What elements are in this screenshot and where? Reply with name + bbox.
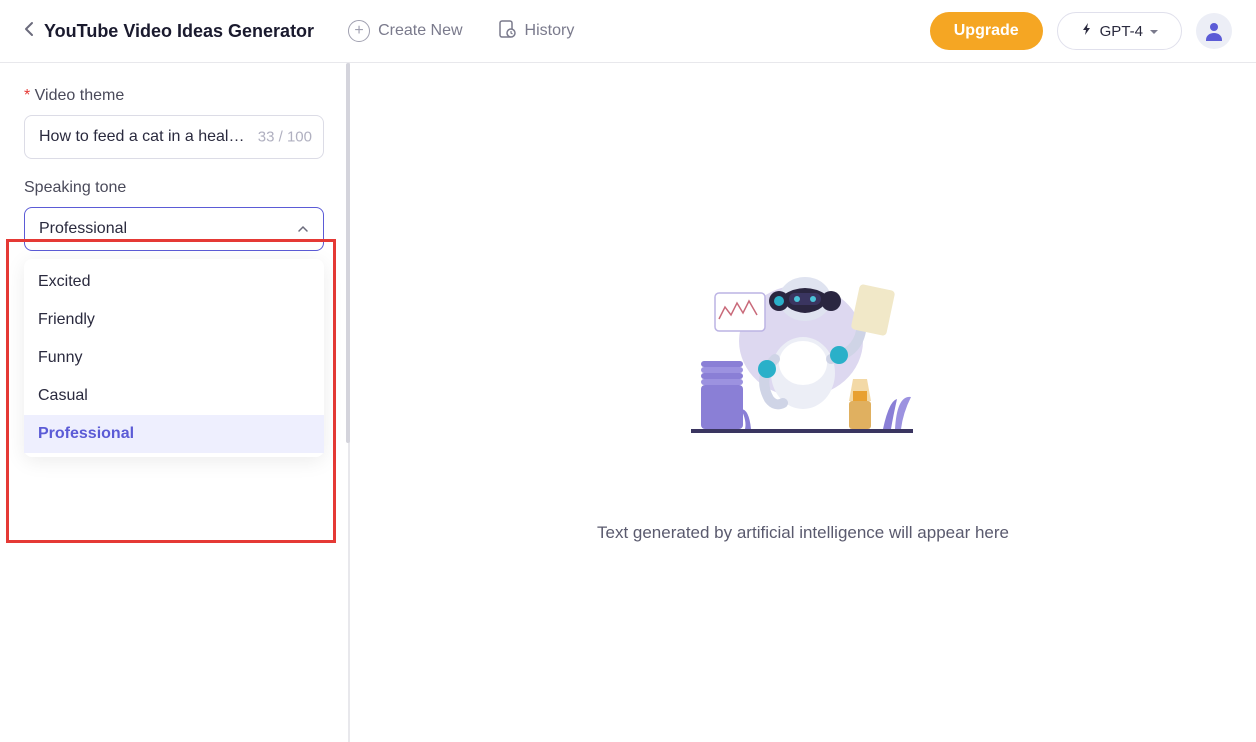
back-group: YouTube Video Ideas Generator xyxy=(24,21,314,42)
video-theme-label: Video theme xyxy=(24,87,324,105)
video-theme-input-wrap: 33 / 100 xyxy=(24,115,324,159)
create-new-label: Create New xyxy=(378,22,462,40)
model-select-button[interactable]: GPT-4 xyxy=(1057,12,1182,50)
dropdown-option-professional[interactable]: Professional xyxy=(24,415,324,453)
history-label: History xyxy=(525,22,575,40)
speaking-tone-value: Professional xyxy=(39,220,127,238)
body: Video theme 33 / 100 Speaking tone Profe… xyxy=(0,63,1256,742)
bolt-icon xyxy=(1080,22,1094,40)
video-theme-field: Video theme 33 / 100 xyxy=(24,87,324,159)
create-new-button[interactable]: + Create New xyxy=(348,20,462,42)
plus-icon: + xyxy=(348,20,370,42)
chevron-up-icon xyxy=(297,220,309,238)
history-button[interactable]: History xyxy=(497,19,575,44)
video-theme-counter: 33 / 100 xyxy=(252,129,312,146)
dropdown-option-excited[interactable]: Excited xyxy=(24,263,324,301)
robot-illustration xyxy=(683,263,923,443)
speaking-tone-dropdown: Excited Friendly Funny Casual Profession… xyxy=(24,259,324,457)
speaking-tone-label: Speaking tone xyxy=(24,179,324,197)
speaking-tone-field: Speaking tone Professional Excited Frien… xyxy=(24,179,324,251)
back-icon[interactable] xyxy=(24,21,34,42)
header-right: Upgrade GPT-4 xyxy=(930,12,1232,50)
sidebar: Video theme 33 / 100 Speaking tone Profe… xyxy=(0,63,350,742)
speaking-tone-select[interactable]: Professional xyxy=(24,207,324,251)
dropdown-option-friendly[interactable]: Friendly xyxy=(24,301,324,339)
model-label: GPT-4 xyxy=(1100,23,1143,40)
main-content: Text generated by artificial intelligenc… xyxy=(350,63,1256,742)
dropdown-option-casual[interactable]: Casual xyxy=(24,377,324,415)
speaking-tone-select-wrap: Professional Excited Friendly Funny Casu… xyxy=(24,207,324,251)
page-title: YouTube Video Ideas Generator xyxy=(44,21,314,42)
header-left: YouTube Video Ideas Generator + Create N… xyxy=(24,19,574,44)
header: YouTube Video Ideas Generator + Create N… xyxy=(0,0,1256,63)
history-icon xyxy=(497,19,517,44)
dropdown-option-funny[interactable]: Funny xyxy=(24,339,324,377)
upgrade-button[interactable]: Upgrade xyxy=(930,12,1043,50)
empty-state-text: Text generated by artificial intelligenc… xyxy=(597,523,1009,543)
avatar[interactable] xyxy=(1196,13,1232,49)
caret-down-icon xyxy=(1149,23,1159,40)
